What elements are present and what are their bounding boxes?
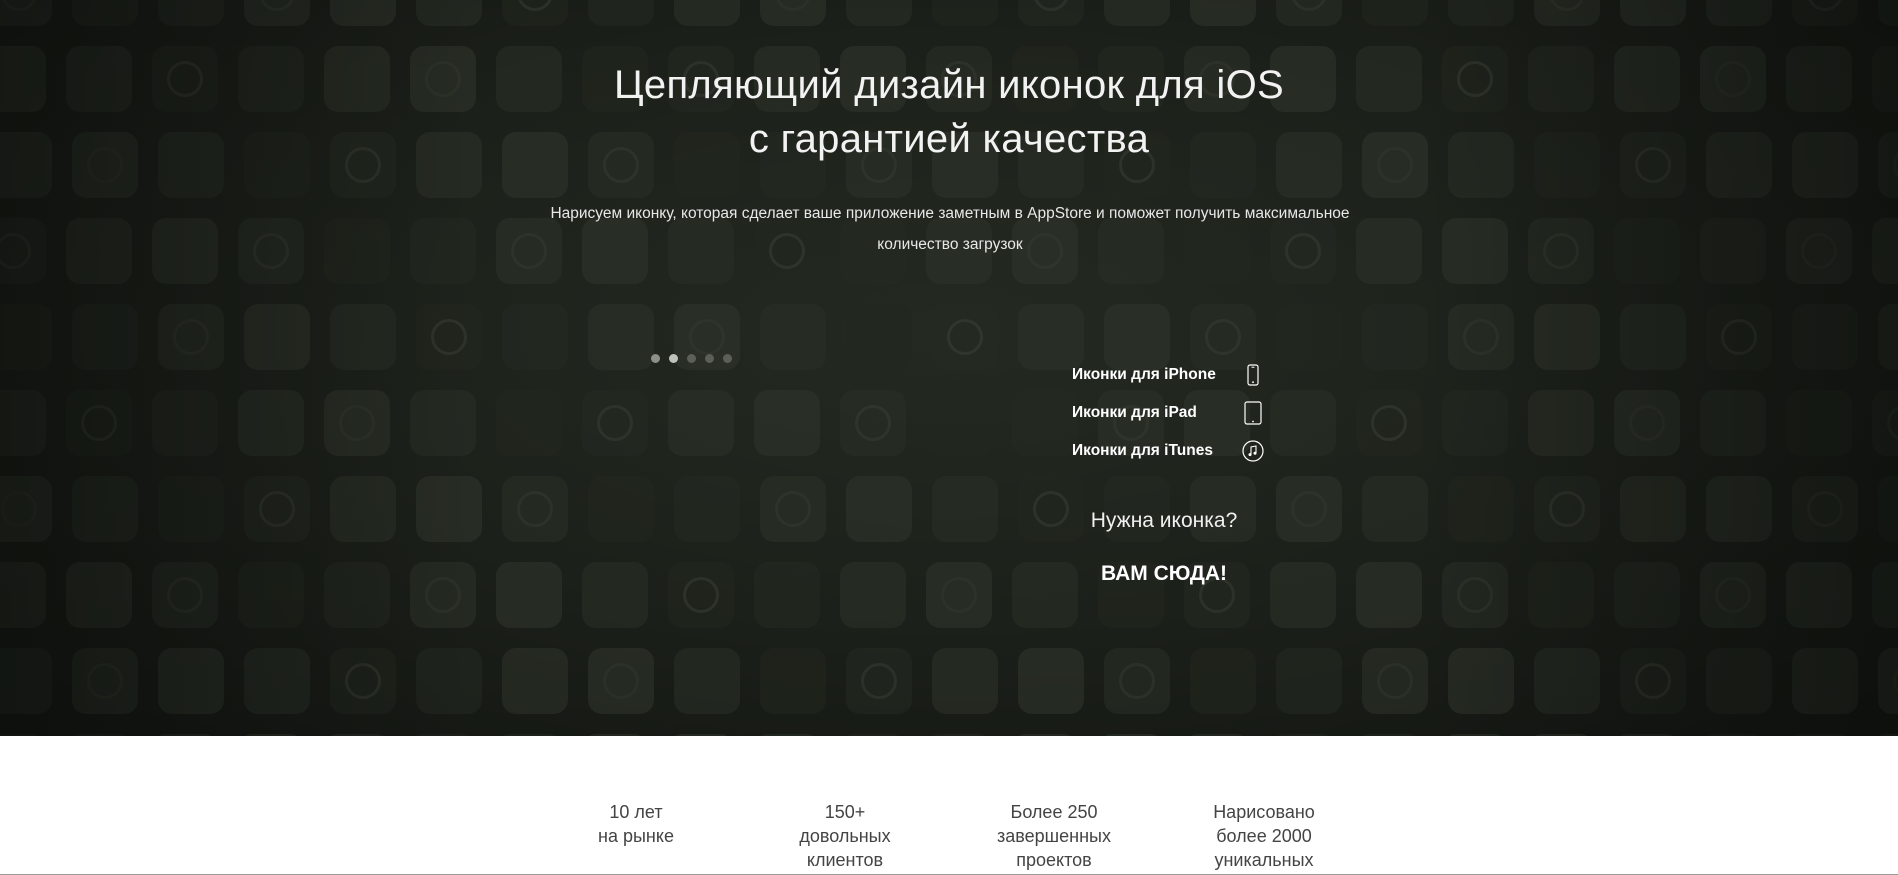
ipad-icon: [1240, 400, 1266, 426]
slider-dot-5[interactable]: [723, 354, 732, 363]
link-itunes-label: Иконки для iTunes: [1072, 442, 1213, 459]
slider-dot-3[interactable]: [687, 354, 696, 363]
stat-projects-line-1: Более 250: [1010, 802, 1098, 822]
stat-years-line-1: 10 лет: [609, 802, 663, 822]
link-ipad-icons[interactable]: Иконки для iPad: [1072, 394, 1266, 432]
slider-dot-1[interactable]: [651, 354, 660, 363]
stat-projects-line-3: проектов: [1016, 850, 1092, 870]
slider-dot-2[interactable]: [669, 354, 678, 363]
stat-clients-line-2: довольных: [799, 826, 891, 846]
hero-subtitle: Нарисуем иконку, которая сделает ваше пр…: [550, 205, 1350, 253]
cta-question: Нужна иконка?: [1090, 509, 1238, 532]
hero-title: Цепляющий дизайн иконок для iOS с гарант…: [0, 58, 1898, 166]
hero-title-line-1: Цепляющий дизайн иконок для iOS: [614, 63, 1284, 107]
stats-section: 10 лет на рынке 150+ довольных клиентов …: [0, 736, 1898, 875]
stat-projects-line-2: завершенных: [997, 826, 1111, 846]
stat-years-line-2: на рынке: [598, 826, 674, 846]
stat-clients-line-1: 150+: [824, 802, 866, 822]
hero-title-line-2: с гарантией качества: [748, 117, 1150, 161]
stat-clients-line-3: клиентов: [806, 850, 884, 870]
slider-dots: [651, 354, 732, 363]
stat-projects: Более 250 завершенных проектов: [969, 800, 1139, 872]
icon-category-links: Иконки для iPhone Иконки для iPad Иконки…: [1072, 356, 1266, 470]
link-iphone-label: Иконки для iPhone: [1072, 366, 1216, 383]
stat-drawn: Нарисовано более 2000 уникальных: [1179, 800, 1349, 872]
link-ipad-label: Иконки для iPad: [1072, 404, 1197, 421]
stat-drawn-line-3: уникальных: [1214, 850, 1314, 870]
link-itunes-icons[interactable]: Иконки для iTunes: [1072, 432, 1266, 470]
stat-clients: 150+ довольных клиентов: [760, 800, 930, 872]
cta-button[interactable]: ВАМ СЮДА!: [1060, 562, 1268, 586]
link-iphone-icons[interactable]: Иконки для iPhone: [1072, 356, 1266, 394]
iphone-icon: [1240, 362, 1266, 388]
slider-dot-4[interactable]: [705, 354, 714, 363]
itunes-icon: [1240, 438, 1266, 464]
stat-drawn-line-2: более 2000: [1216, 826, 1312, 846]
stat-drawn-line-1: Нарисовано: [1213, 802, 1315, 822]
stat-years: 10 лет на рынке: [551, 800, 721, 848]
hero-section: Цепляющий дизайн иконок для iOS с гарант…: [0, 0, 1898, 736]
